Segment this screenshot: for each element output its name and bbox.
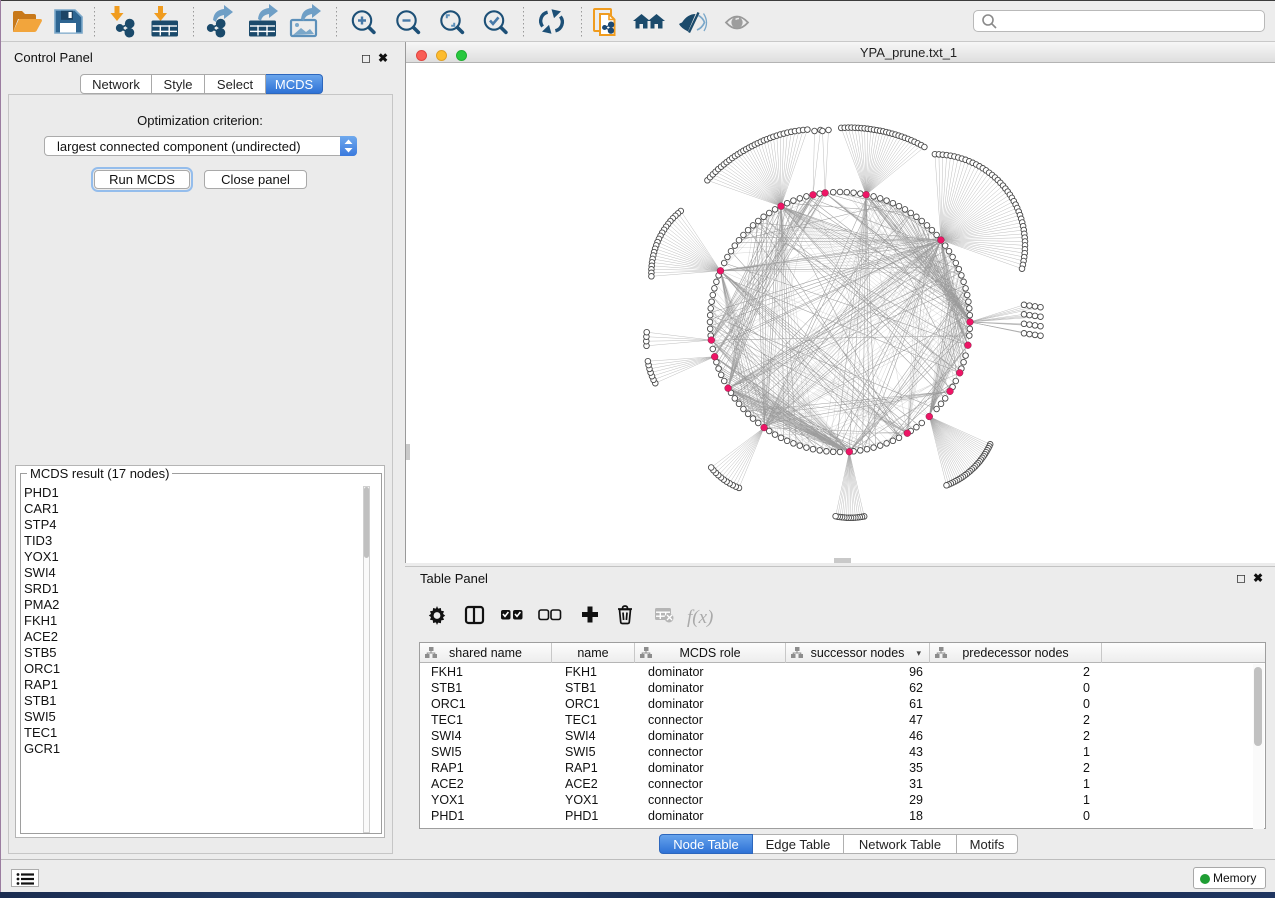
svg-text:f(x): f(x) [687,607,713,628]
